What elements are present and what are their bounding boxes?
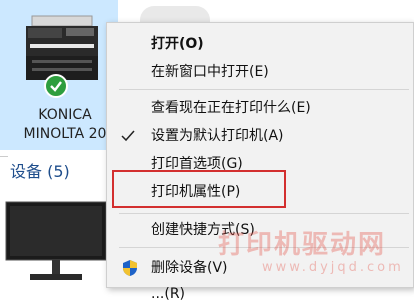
- printer-tile[interactable]: KONICA MINOLTA 20: [0, 0, 118, 150]
- printer-icon: [26, 15, 98, 80]
- watermark-text: 打印机驱动网: [218, 230, 387, 260]
- menu-item-label: 设置为默认打印机(A): [151, 128, 284, 144]
- menu-item-label: 打开(O): [151, 36, 204, 52]
- menu-separator: [119, 89, 409, 90]
- check-icon: [121, 130, 135, 142]
- default-check-badge: [44, 74, 68, 98]
- menu-item-open[interactable]: 打开(O): [107, 31, 413, 57]
- uac-shield-icon: [123, 260, 137, 276]
- section-divider: [0, 156, 8, 157]
- menu-item-label: 查看现在正在打印什么(E): [151, 100, 311, 116]
- checkmark-icon: [50, 81, 62, 92]
- monitor-icon[interactable]: [0, 196, 112, 288]
- menu-item-label: 删除设备(V): [151, 260, 228, 276]
- menu-item-set-default[interactable]: 设置为默认打印机(A): [107, 123, 413, 149]
- menu-separator: [119, 213, 409, 214]
- highlight-box: [112, 170, 286, 208]
- devices-section-header[interactable]: 设备 (5): [10, 158, 70, 182]
- menu-item-partial[interactable]: ...(R): [107, 281, 413, 307]
- menu-item-label: ...(R): [151, 286, 186, 302]
- menu-item-open-new-window[interactable]: 在新窗口中打开(E): [107, 59, 413, 85]
- menu-item-label: 在新窗口中打开(E): [151, 64, 269, 80]
- menu-item-see-printing[interactable]: 查看现在正在打印什么(E): [107, 95, 413, 121]
- watermark-url: www.dyjqd.com: [262, 260, 404, 275]
